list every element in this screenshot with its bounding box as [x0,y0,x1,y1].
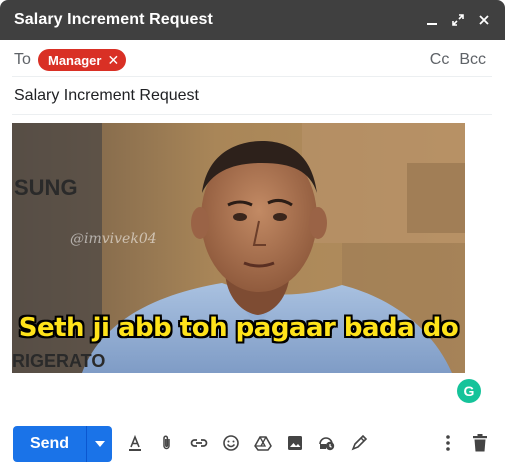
close-icon[interactable] [473,9,495,31]
background-text-bottom: RIGERATO [12,351,106,371]
signature-icon[interactable] [346,430,372,456]
window-controls [421,9,495,31]
grammarly-icon[interactable]: G [457,379,481,403]
chevron-down-icon [94,441,105,447]
meme-watermark: @imvivek04 [70,231,157,247]
to-label[interactable]: To [14,51,31,69]
link-icon[interactable] [186,430,212,456]
more-vert-icon[interactable] [435,430,461,456]
drive-icon[interactable] [250,430,276,456]
grammarly-badge-label: G [463,383,475,399]
cc-link[interactable]: Cc [430,51,450,69]
compose-title-bar[interactable]: Salary Increment Request [0,0,505,40]
subject-field[interactable]: Salary Increment Request [14,87,199,105]
compose-window: Salary Increment Request To Manager ✕ Cc… [0,0,505,467]
formatting-tools [122,430,372,456]
bcc-link[interactable]: Bcc [459,51,486,69]
confidential-icon[interactable] [314,430,340,456]
cc-bcc-links: Cc Bcc [430,51,486,69]
minimize-icon[interactable] [421,9,443,31]
meme-caption: Seth ji abb toh pagaar bada do [18,313,459,343]
recipient-chip-label: Manager [48,52,102,68]
send-button-group: Send [13,426,112,462]
send-button[interactable]: Send [13,426,87,462]
compose-more-tools [435,430,493,456]
subject-row[interactable]: Salary Increment Request [12,77,492,115]
trash-icon[interactable] [467,430,493,456]
recipient-chip-manager[interactable]: Manager ✕ [38,49,127,71]
format-text-icon[interactable] [122,430,148,456]
compose-title: Salary Increment Request [14,11,213,28]
remove-recipient-icon[interactable]: ✕ [107,52,119,69]
photo-icon[interactable] [282,430,308,456]
compose-toolbar: Send [0,420,505,467]
expand-icon[interactable] [447,9,469,31]
emoji-icon[interactable] [218,430,244,456]
schedule-send-dropdown[interactable] [87,426,112,462]
background-text-top: SUNG [14,175,78,200]
attach-icon[interactable] [154,430,180,456]
recipients-row[interactable]: To Manager ✕ Cc Bcc [12,43,492,77]
inline-meme-image[interactable]: SUNG RIGERATO @imvivek04 Seth ji abb toh… [12,123,465,373]
